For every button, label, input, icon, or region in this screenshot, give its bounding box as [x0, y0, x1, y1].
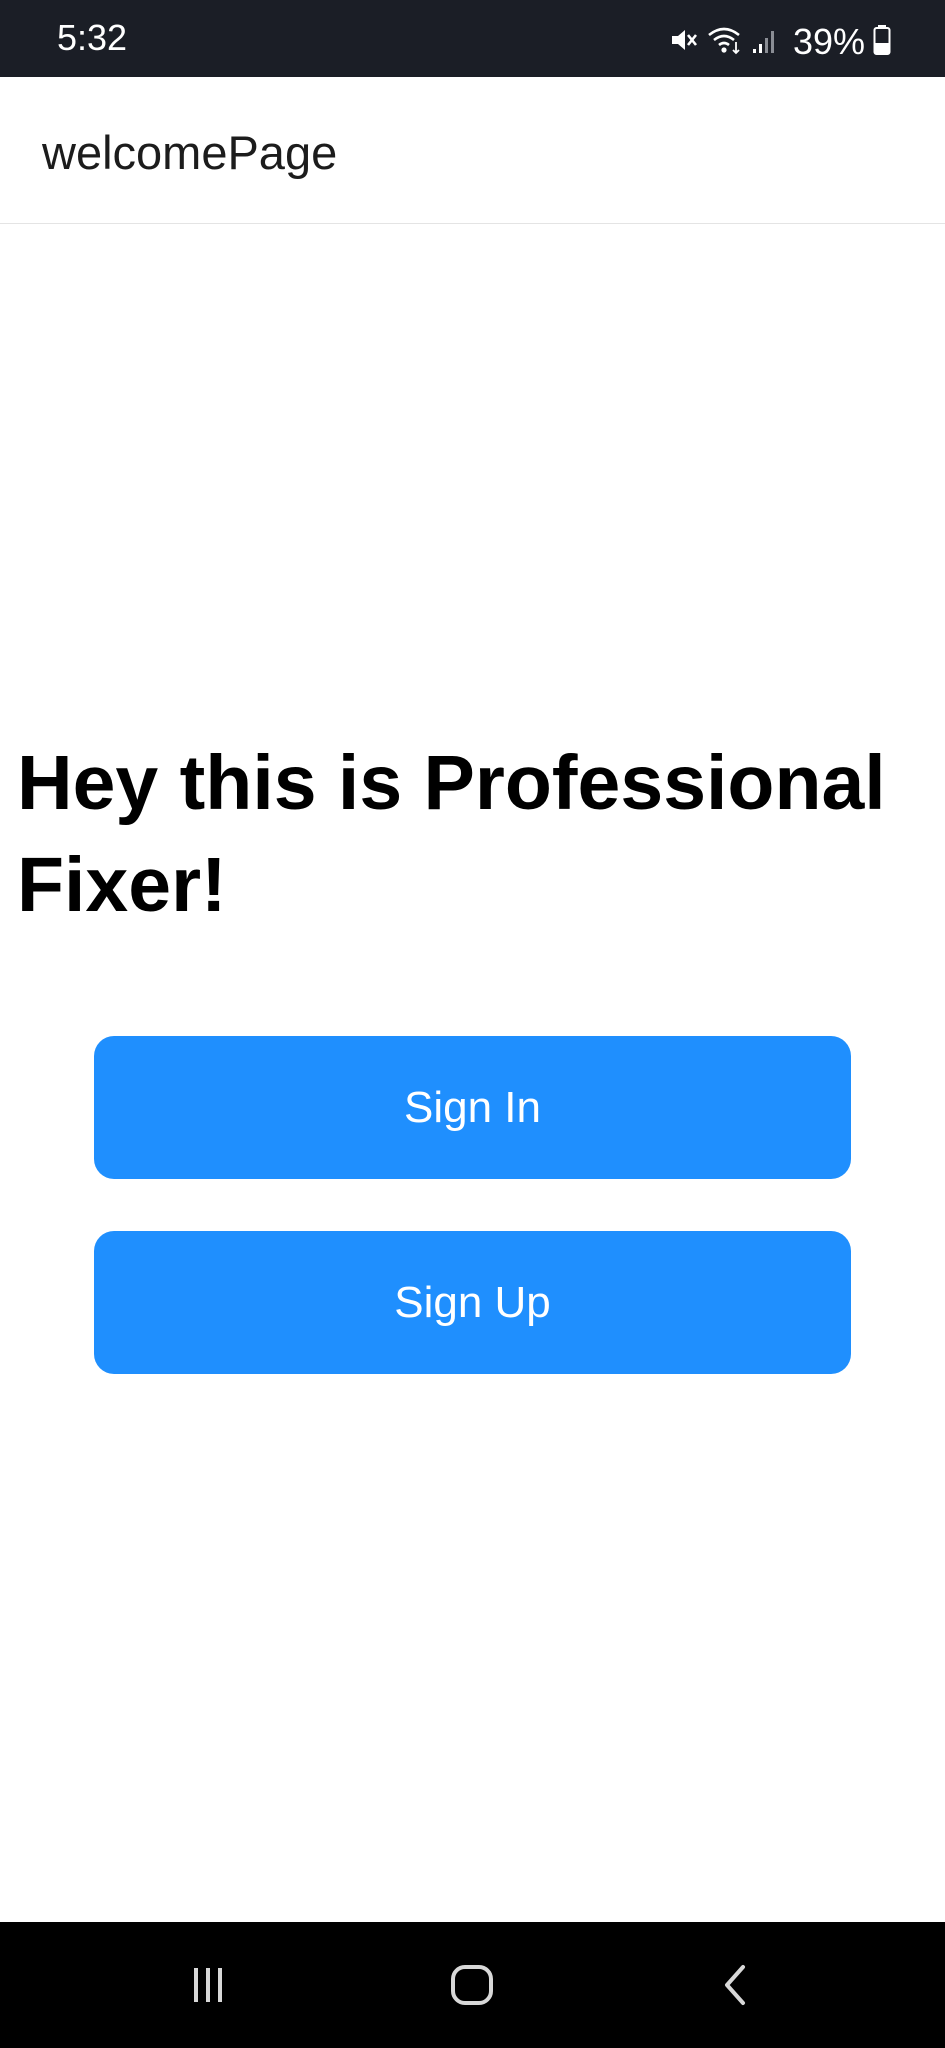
battery-icon [873, 24, 891, 61]
recents-icon[interactable] [173, 1950, 243, 2020]
home-icon[interactable] [437, 1950, 507, 2020]
sign-in-button[interactable]: Sign In [94, 1036, 851, 1179]
page-title: welcomePage [42, 126, 338, 179]
signal-icon [751, 25, 779, 60]
sign-up-button[interactable]: Sign Up [94, 1231, 851, 1374]
app-bar: welcomePage [0, 77, 945, 224]
status-time: 5:32 [57, 17, 128, 58]
back-icon[interactable] [702, 1950, 772, 2020]
main-content: Hey this is Professional Fixer! Sign In … [0, 224, 945, 1922]
battery-percent: 39% [792, 21, 865, 62]
navigation-bar [0, 1922, 945, 2048]
mute-icon [669, 25, 699, 60]
status-bar: 5:32 39% [0, 0, 945, 77]
wifi-icon [707, 25, 743, 60]
status-icons: 39% [669, 22, 891, 62]
welcome-headline: Hey this is Professional Fixer! [17, 740, 886, 928]
